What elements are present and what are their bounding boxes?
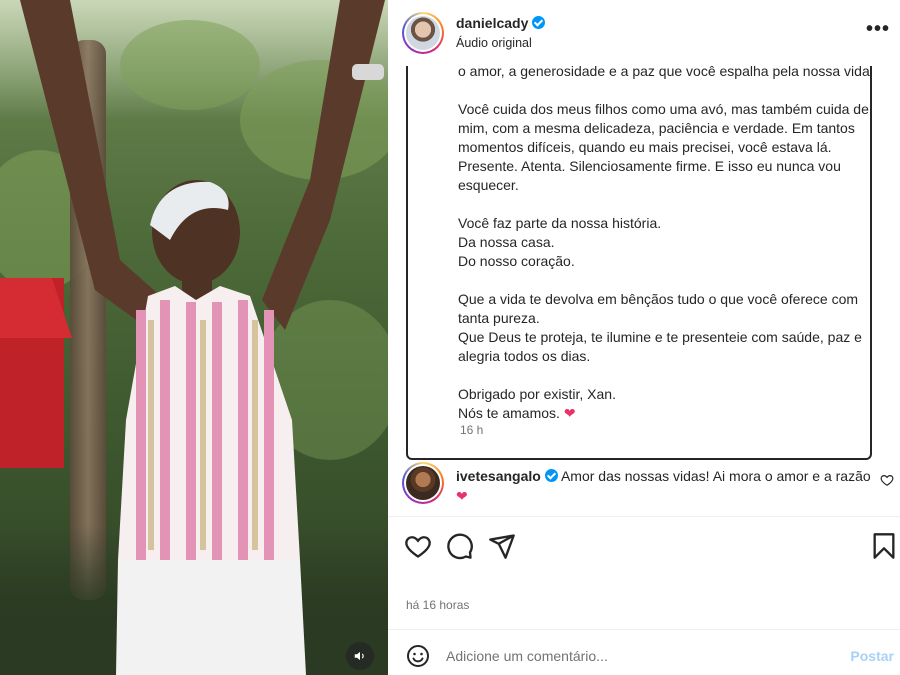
caption-paragraph: Que a vida te devolva em bênçãos tudo o … (458, 290, 870, 366)
caption-paragraph: Você cuida dos meus filhos como uma avó,… (458, 101, 869, 193)
divider (388, 516, 900, 517)
verified-badge-icon (532, 16, 546, 29)
audio-link[interactable]: Áudio original (456, 36, 532, 50)
caption-timestamp[interactable]: 16 h (460, 423, 483, 437)
author-username-link[interactable]: danielcady (456, 15, 546, 31)
mute-button[interactable] (346, 642, 374, 670)
more-options-icon[interactable]: ••• (866, 18, 890, 41)
caption-line: Você faz parte da nossa história. (458, 215, 662, 231)
caption-line: o amor, a generosidade e a paz que você … (458, 66, 872, 79)
heart-emoji: ❤ (456, 488, 468, 504)
caption-line: Do nosso coração. (458, 253, 575, 269)
comment-body: Amor das nossas vidas! Ai mora o amor e … (560, 468, 871, 484)
woman-figure (20, 0, 385, 675)
bookmark-icon[interactable] (870, 532, 898, 560)
caption-scroll-area[interactable]: o amor, a generosidade e a paz que você … (406, 66, 872, 460)
post-time[interactable]: há 16 horas (406, 598, 469, 612)
post-media[interactable] (0, 0, 388, 675)
comment-item: ivetesangalo Amor das nossas vidas! Ai m… (388, 460, 900, 516)
commenter-avatar[interactable] (402, 462, 444, 504)
share-icon[interactable] (488, 532, 516, 560)
comment-like-heart-icon[interactable] (880, 473, 894, 487)
caption-line: Nós te amamos. (458, 405, 560, 421)
emoji-icon[interactable] (406, 644, 430, 668)
action-bar (388, 528, 900, 564)
caption-paragraph: Você faz parte da nossa história. Da nos… (458, 214, 870, 271)
add-comment-bar: Postar (388, 630, 900, 675)
caption-line: Obrigado por existir, Xan. (458, 386, 616, 402)
comment-input[interactable] (446, 642, 836, 670)
caption-line: Que a vida te devolva em bênçãos tudo o … (458, 291, 859, 326)
verified-badge-icon (544, 469, 558, 482)
author-username[interactable]: danielcady (456, 15, 528, 31)
caption-line: Da nossa casa. (458, 234, 555, 250)
commenter-username[interactable]: ivetesangalo (456, 468, 541, 484)
heart-emoji: ❤ (563, 405, 576, 421)
speaker-icon (354, 651, 364, 661)
caption-paragraph: Obrigado por existir, Xan. Nós te amamos… (458, 385, 870, 423)
heart-icon[interactable] (404, 532, 432, 560)
caption-text: o amor, a generosidade e a paz que você … (458, 66, 872, 442)
post-comment-button[interactable]: Postar (850, 648, 894, 664)
comment-text: ivetesangalo Amor das nossas vidas! Ai m… (456, 466, 876, 506)
post-header: danielcady Áudio original ••• (388, 0, 900, 68)
comment-icon[interactable] (446, 532, 474, 560)
caption-line: Que Deus te proteja, te ilumine e te pre… (458, 329, 862, 364)
post-sidebar: danielcady Áudio original ••• o amor, a … (388, 0, 900, 675)
author-avatar[interactable] (402, 12, 444, 54)
